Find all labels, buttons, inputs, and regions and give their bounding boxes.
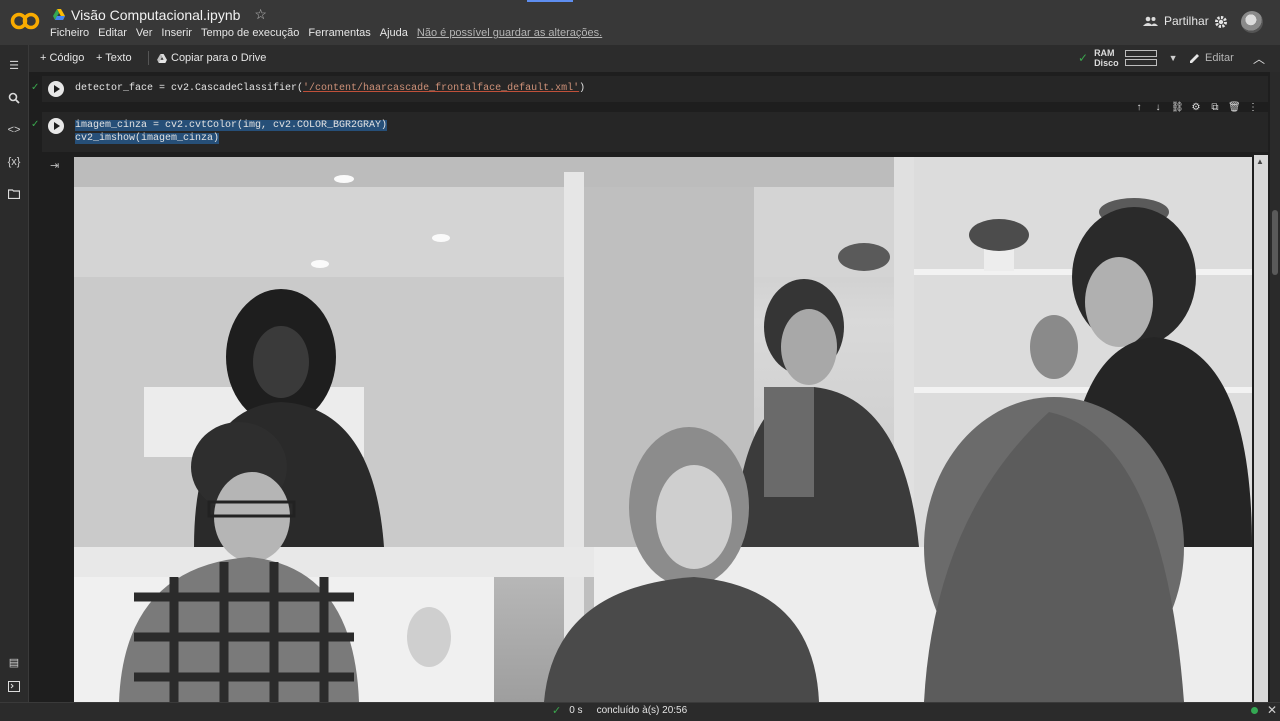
scroll-up-arrow-icon[interactable]: ▲	[1256, 157, 1264, 166]
cell-1-code[interactable]: detector_face = cv2.CascadeClassifier('/…	[75, 83, 585, 94]
code-line-1: imagem_cinza = cv2.cvtColor(img, cv2.COL…	[75, 120, 388, 131]
title-row: Visão Computacional.ipynb ☆	[53, 6, 267, 23]
add-text-button[interactable]: + Texto	[96, 52, 132, 64]
variables-icon[interactable]: {x}	[6, 156, 22, 172]
files-icon[interactable]	[6, 189, 22, 205]
status-message: concluído à(s) 20:56	[596, 705, 688, 716]
connected-check-icon: ✓	[1078, 51, 1089, 65]
save-warning-link[interactable]: Não é possível guardar as alterações.	[417, 27, 602, 39]
people-icon	[1143, 16, 1158, 26]
terminal-icon[interactable]	[6, 681, 22, 697]
copy-to-drive-label: Copiar para o Drive	[171, 52, 267, 64]
add-code-label: + Código	[40, 52, 85, 64]
colab-logo[interactable]	[10, 10, 40, 32]
chevron-down-icon[interactable]: ▼	[1169, 53, 1178, 63]
notebook-scrollbar-thumb[interactable]	[1272, 210, 1278, 275]
close-icon[interactable]: ✕	[1267, 703, 1277, 717]
search-glyph	[8, 92, 20, 104]
code-text: detector_face = cv2.CascadeClassifier(	[75, 83, 304, 94]
top-accent-stripe	[527, 0, 573, 2]
star-icon[interactable]: ☆	[254, 6, 267, 23]
search-icon[interactable]	[6, 92, 22, 108]
menu-item-ajuda[interactable]: Ajuda	[380, 27, 408, 39]
cell-success-check-icon: ✓	[31, 119, 40, 130]
code-line-2: cv2_imshow(imagem_cinza)	[75, 133, 220, 144]
pencil-icon	[1190, 53, 1199, 63]
ram-bar	[1124, 50, 1157, 57]
menu-item-editar[interactable]: Editar	[98, 27, 127, 39]
share-button[interactable]: Partilhar	[1143, 14, 1209, 28]
notebook-title[interactable]: Visão Computacional.ipynb	[71, 7, 240, 23]
output-scrollbar[interactable]	[1254, 155, 1268, 702]
resources-indicator[interactable]: ✓ RAM Disco ▼	[1078, 48, 1178, 68]
menu-item-ficheiro[interactable]: Ficheiro	[50, 27, 89, 39]
status-check-icon: ✓	[552, 705, 562, 717]
add-text-label: + Texto	[96, 52, 132, 64]
left-sidebar	[0, 45, 29, 702]
menu-item-ferramentas[interactable]: Ferramentas	[308, 27, 370, 39]
execution-status: ✓ 0 s concluído à(s) 20:56	[552, 704, 687, 717]
menu-bar: Ficheiro Editar Ver Inserir Tempo de exe…	[50, 27, 611, 39]
add-code-button[interactable]: + Código	[40, 52, 84, 64]
resource-labels: RAM Disco	[1094, 48, 1119, 68]
collapse-header-icon[interactable]: ︿	[1253, 50, 1265, 67]
code-text: )	[579, 83, 586, 94]
drive-icon	[157, 53, 167, 63]
share-label: Partilhar	[1164, 14, 1209, 28]
avatar[interactable]	[1241, 11, 1263, 33]
edit-label: Editar	[1205, 52, 1234, 64]
notebook-scrollbar[interactable]	[1270, 72, 1280, 702]
command-palette-icon[interactable]: ▤	[6, 656, 22, 672]
code-snippets-icon[interactable]: <>	[6, 124, 22, 140]
cell-2-code[interactable]: imagem_cinza = cv2.cvtColor(img, cv2.COL…	[75, 119, 388, 145]
terminal-glyph	[8, 681, 20, 692]
drive-icon	[53, 9, 65, 20]
menu-item-tempo-execucao[interactable]: Tempo de execução	[201, 27, 299, 39]
run-cell-button[interactable]	[48, 81, 64, 97]
copy-to-drive-button[interactable]: Copiar para o Drive	[157, 52, 266, 64]
edit-mode-button[interactable]: Editar	[1189, 52, 1234, 64]
status-duration: 0 s	[569, 705, 583, 716]
code-string: '/content/haarcascade_frontalface_defaul…	[303, 83, 580, 94]
run-cell-button[interactable]	[48, 118, 64, 134]
table-of-contents-icon[interactable]: ☰	[6, 59, 22, 75]
disk-bar	[1124, 59, 1157, 66]
office-photo-grayscale	[74, 157, 1252, 702]
cell-success-check-icon: ✓	[31, 82, 40, 93]
disk-label: Disco	[1094, 58, 1119, 68]
toolbar-divider	[148, 51, 149, 65]
gear-icon[interactable]	[1214, 15, 1228, 29]
menu-item-ver[interactable]: Ver	[136, 27, 153, 39]
output-image	[74, 157, 1252, 702]
folder-glyph	[7, 189, 21, 200]
menu-item-inserir[interactable]: Inserir	[161, 27, 192, 39]
output-actions-icon[interactable]: ⇥	[50, 159, 59, 172]
ram-label: RAM	[1094, 48, 1115, 58]
resource-bars	[1124, 48, 1157, 68]
connection-status-dot	[1251, 707, 1258, 714]
